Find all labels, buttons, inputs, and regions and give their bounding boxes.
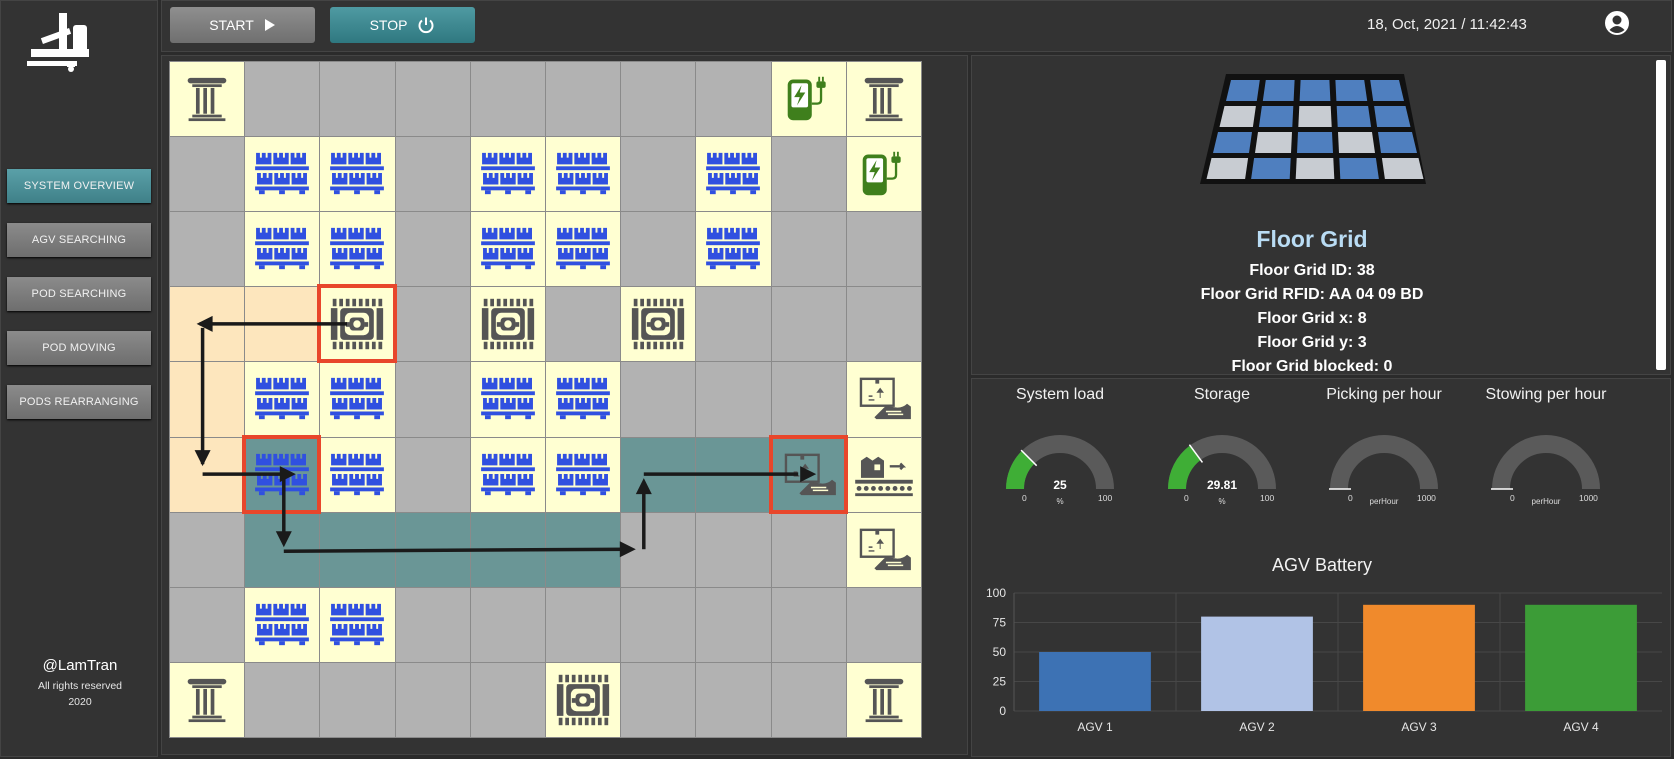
bar-agv-1 [1039, 652, 1151, 711]
user-account-icon[interactable] [1604, 10, 1630, 41]
floor-tile [1298, 106, 1332, 127]
x-tick-label: AGV 2 [1239, 720, 1275, 734]
topbar: START STOP 18, Oct, 2021 / 11:42:43 [161, 0, 1672, 52]
credits: @LamTran All rights reserved 2020 [1, 657, 159, 710]
y-tick-label: 25 [993, 675, 1007, 689]
gauge-value: 29.81 [1206, 478, 1238, 492]
floor-tile [1381, 158, 1424, 179]
gauge-track [1492, 435, 1600, 490]
year-text: 2020 [68, 696, 92, 708]
y-tick-label: 50 [993, 645, 1007, 659]
floor-tile [1206, 158, 1249, 179]
rights-text: All rights reserved [37, 680, 123, 692]
info-scrollbar[interactable] [1656, 60, 1666, 370]
gauge-min: 0 [1184, 493, 1189, 503]
floor-tile [1374, 106, 1411, 127]
info-grid-rfid: Floor Grid RFID: AA 04 09 BD [1200, 286, 1424, 303]
x-tick-label: AGV 4 [1563, 720, 1599, 734]
gauge-dial [1491, 435, 1600, 490]
y-tick-label: 75 [993, 616, 1007, 630]
floor-tile [1226, 80, 1260, 101]
start-button[interactable]: START [170, 7, 315, 43]
gauge-max: 100 [1260, 493, 1275, 503]
floor-tile [1258, 106, 1294, 127]
y-tick-label: 100 [986, 586, 1006, 600]
nav-agv-searching[interactable]: AGV SEARCHING [7, 223, 151, 257]
chart-title: AGV Battery [1271, 555, 1373, 575]
nav-pod-searching[interactable]: POD SEARCHING [7, 277, 151, 311]
sidebar: SYSTEM OVERVIEW AGV SEARCHING POD SEARCH… [0, 0, 158, 757]
floor-tile [1213, 132, 1252, 153]
stop-button[interactable]: STOP [330, 7, 475, 43]
nav-pod-moving[interactable]: POD MOVING [7, 331, 151, 365]
gauge-dial [1006, 435, 1114, 490]
author: @LamTran [42, 657, 118, 674]
gauge-value: 25 [1053, 478, 1067, 492]
floor-tile [1295, 158, 1335, 179]
gauge-min: 0 [1510, 493, 1515, 503]
gauge-track [1330, 435, 1438, 490]
floor-grid-panel [161, 55, 968, 755]
gauge-stowing-per-hour: Stowing per hour perHour 0 1000 [1476, 379, 1616, 529]
gauge-max: 1000 [1417, 493, 1436, 503]
agv-robot-logo-icon [23, 9, 95, 78]
floor-tile [1335, 80, 1368, 101]
info-grid-blocked: Floor Grid blocked: 0 [1231, 358, 1393, 375]
floor-tile [1370, 80, 1404, 101]
nav-system-overview[interactable]: SYSTEM OVERVIEW [7, 169, 151, 203]
floor-tile [1262, 80, 1295, 101]
floor-tile [1299, 80, 1331, 101]
datetime-display: 18, Oct, 2021 / 11:42:43 [1367, 16, 1527, 33]
floor-tile [1297, 132, 1333, 153]
power-icon [418, 17, 434, 34]
play-icon [264, 19, 275, 31]
gauge-dial [1329, 435, 1438, 490]
floor-grid-info-panel: Floor Grid Floor Grid ID: 38 Floor Grid … [971, 55, 1671, 375]
gauge-picking-per-hour: Picking per hour perHour 0 1000 [1314, 379, 1454, 529]
floor-tile [1378, 132, 1417, 153]
floor-tile [1251, 158, 1291, 179]
y-tick-label: 0 [999, 704, 1006, 718]
info-grid-y: Floor Grid y: 3 [1257, 334, 1367, 351]
gauge-storage: Storage 29.81 % 0 100 [1152, 379, 1292, 529]
floor-tile [1255, 132, 1292, 153]
floor-tile [1339, 158, 1379, 179]
floor-grid-icon [1198, 72, 1428, 197]
start-label: START [209, 17, 254, 33]
floor-tile [1338, 132, 1375, 153]
bar-agv-2 [1201, 616, 1313, 711]
agv-battery-chart: 0 25 50 75 100 AGV 1 AGV 2 AGV 3 AGV 4 [986, 586, 1662, 734]
info-grid-id: Floor Grid ID: 38 [1249, 262, 1375, 279]
gauge-max: 100 [1098, 493, 1113, 503]
stats-panel: System load 25 % 0 100 Storage 29.81 % 0… [971, 378, 1671, 757]
x-tick-label: AGV 3 [1401, 720, 1437, 734]
stop-label: STOP [369, 17, 408, 33]
info-grid-x: Floor Grid x: 8 [1257, 310, 1367, 327]
gauge-dial [1168, 435, 1276, 490]
bar-agv-3 [1363, 604, 1475, 711]
nav-pods-rearranging[interactable]: PODS REARRANGING [7, 385, 151, 419]
x-tick-label: AGV 1 [1077, 720, 1113, 734]
bar-agv-4 [1525, 604, 1637, 711]
agv-route-arrows [194, 315, 817, 558]
floor-tile [1336, 106, 1372, 127]
info-title: Floor Grid [1256, 226, 1368, 252]
gauge-max: 1000 [1579, 493, 1598, 503]
floor-tile [1219, 106, 1256, 127]
gauge-min: 0 [1348, 493, 1353, 503]
gauge-system-load: System load 25 % 0 100 [990, 379, 1130, 529]
gauge-min: 0 [1022, 493, 1027, 503]
